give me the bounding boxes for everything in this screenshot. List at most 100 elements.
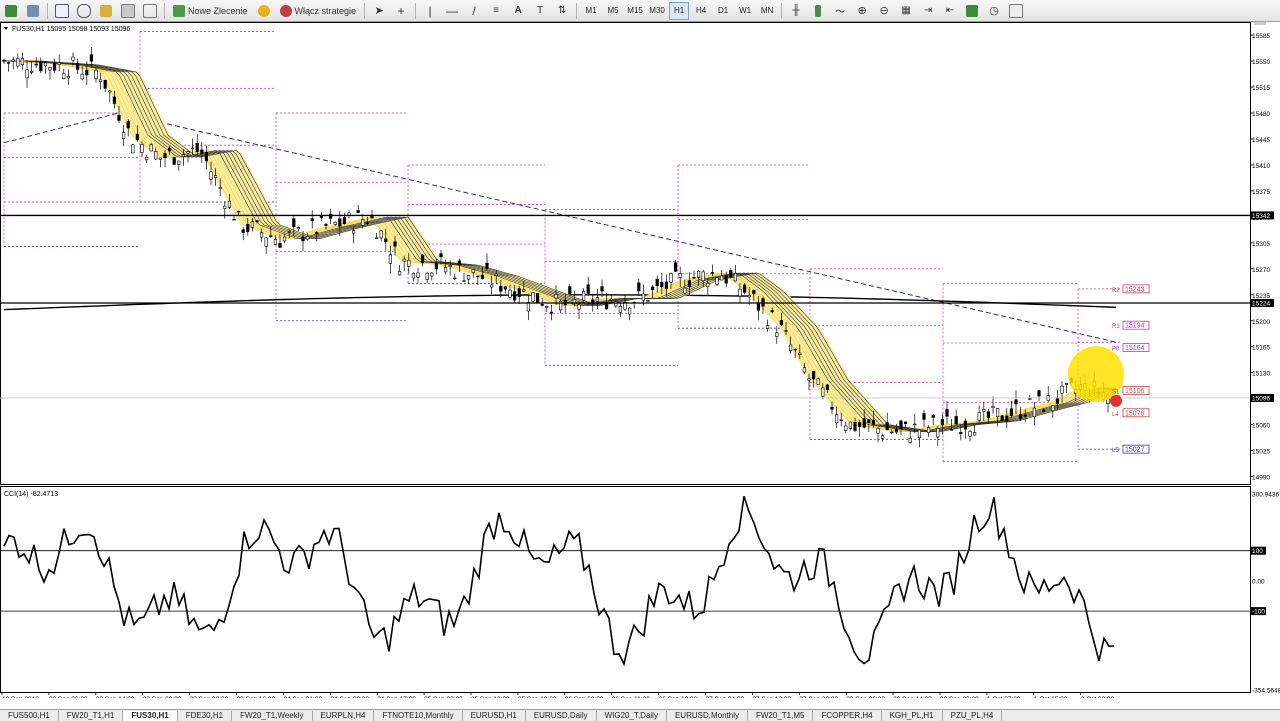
- candle-body: [816, 378, 820, 385]
- templates-icon[interactable]: [1006, 2, 1026, 20]
- time-axis-label: 23 Sep 16:00: [237, 696, 276, 698]
- candle-body: [172, 157, 176, 165]
- vertical-line-icon[interactable]: |: [420, 2, 440, 20]
- timeframe-mn[interactable]: MN: [757, 2, 777, 20]
- pivot-tag: P0: [1112, 346, 1120, 352]
- candle-body: [499, 285, 503, 292]
- timeframe-h4[interactable]: H4: [691, 2, 711, 20]
- candle-body: [554, 294, 558, 299]
- tile-windows-icon[interactable]: ▦: [896, 2, 916, 20]
- time-axis-label: 1 Oct 15:00: [1034, 696, 1068, 698]
- terminal-icon[interactable]: [118, 2, 138, 20]
- data-window-icon[interactable]: [96, 2, 116, 20]
- horizontal-line-icon[interactable]: —: [442, 2, 462, 20]
- candle-body: [977, 412, 981, 421]
- candle-body: [779, 320, 783, 325]
- market-watch-icon[interactable]: [52, 2, 72, 20]
- chart-shift-icon[interactable]: ⇤: [940, 2, 960, 20]
- cursor-icon[interactable]: ➤: [369, 2, 389, 20]
- candle-body: [250, 221, 255, 228]
- chart-window[interactable]: R2 15243 R1 15194 P0 15164 S1 15106 L4 15076 L5 150…: [0, 22, 1280, 698]
- candle-body: [857, 422, 862, 427]
- candle-body: [181, 154, 186, 158]
- pivot-tag: R2: [1112, 288, 1120, 294]
- timeframe-m5[interactable]: M5: [603, 2, 623, 20]
- navigator-icon[interactable]: [74, 2, 94, 20]
- timeframe-h1[interactable]: H1: [669, 1, 690, 20]
- candle-body: [1042, 409, 1046, 412]
- strategies-button[interactable]: Włącz strategie: [276, 2, 361, 20]
- time-axis-label: 1 Oct 07:00: [987, 696, 1021, 698]
- candle-body: [11, 59, 15, 62]
- candle-body: [627, 307, 632, 315]
- candle-body: [1000, 415, 1004, 421]
- candle-body: [145, 157, 149, 161]
- candle-body: [669, 273, 673, 283]
- candle-body: [269, 235, 273, 238]
- window-resize-handle[interactable]: [1254, 22, 1266, 25]
- candle-body: [683, 287, 687, 294]
- channel-icon[interactable]: ≡: [486, 2, 506, 20]
- candle-body: [29, 71, 34, 73]
- candle-body: [959, 432, 963, 435]
- candle-body: [416, 272, 420, 278]
- candle-body: [531, 292, 535, 302]
- timeframe-w1[interactable]: W1: [735, 2, 755, 20]
- candle-body: [1055, 398, 1059, 405]
- time-axis-label: 20 Sep 06:00: [49, 696, 88, 698]
- new-chart-icon[interactable]: [1, 2, 21, 20]
- tester-icon[interactable]: [140, 2, 160, 20]
- label-icon[interactable]: T: [530, 2, 550, 20]
- candle-body: [324, 223, 328, 226]
- candle-chart-icon[interactable]: [808, 2, 828, 20]
- candle-body: [1037, 390, 1041, 397]
- candle-body: [1005, 415, 1009, 422]
- candle-body: [931, 415, 935, 418]
- candle-body: [867, 419, 871, 424]
- arrows-icon[interactable]: ⇅: [552, 2, 572, 20]
- chart-canvas[interactable]: R2 15243 R1 15194 P0 15164 S1 15106 L4 15076 L5 150…: [0, 22, 1280, 698]
- candle-body: [991, 406, 995, 408]
- zoom-in-icon[interactable]: ⊕: [852, 2, 872, 20]
- candle-body: [80, 73, 84, 80]
- candle-body: [462, 280, 466, 282]
- candle-body: [604, 303, 609, 309]
- timeframe-m1[interactable]: M1: [581, 2, 601, 20]
- indicators-icon[interactable]: [962, 2, 982, 20]
- text-icon[interactable]: A: [508, 2, 528, 20]
- zoom-out-icon[interactable]: ⊖: [874, 2, 894, 20]
- candle-body: [517, 288, 521, 297]
- line-chart-icon[interactable]: 〜: [830, 2, 850, 20]
- candle-body: [264, 237, 268, 247]
- strategies-label: Włącz strategie: [294, 5, 357, 16]
- periods-icon[interactable]: ◷: [984, 2, 1004, 20]
- candle-body: [995, 407, 1000, 417]
- price-axis-label: 15200: [1252, 319, 1270, 326]
- candle-body: [526, 302, 530, 312]
- candle-body: [926, 427, 931, 433]
- timeframe-d1[interactable]: D1: [713, 2, 733, 20]
- toolbar-separator: [415, 2, 417, 19]
- candle-body: [678, 273, 682, 278]
- profiles-icon[interactable]: [23, 2, 43, 20]
- bar-chart-icon[interactable]: ╫: [786, 2, 806, 20]
- price-axis-label: 15060: [1252, 423, 1270, 430]
- candle-body: [664, 281, 668, 289]
- time-axis-label: 23 Sep 00:00: [143, 696, 182, 698]
- autoscroll-icon[interactable]: ⇥: [918, 2, 938, 20]
- candle-body: [1018, 414, 1023, 420]
- candle-body: [117, 114, 121, 121]
- timeframe-m15[interactable]: M15: [625, 2, 645, 20]
- new-order-button[interactable]: Nowe Zlecenie: [169, 2, 252, 20]
- timeframe-m30[interactable]: M30: [647, 2, 667, 20]
- candle-body: [227, 200, 232, 208]
- trendline-icon[interactable]: /: [464, 2, 484, 20]
- crosshair-icon[interactable]: +: [391, 2, 411, 20]
- candle-body: [954, 416, 958, 425]
- candle-body: [384, 238, 388, 243]
- candle-body: [16, 58, 20, 67]
- candle-body: [1032, 407, 1036, 418]
- candle-body: [480, 274, 485, 280]
- metaeditor-icon[interactable]: [254, 2, 274, 20]
- candle-body: [701, 271, 705, 282]
